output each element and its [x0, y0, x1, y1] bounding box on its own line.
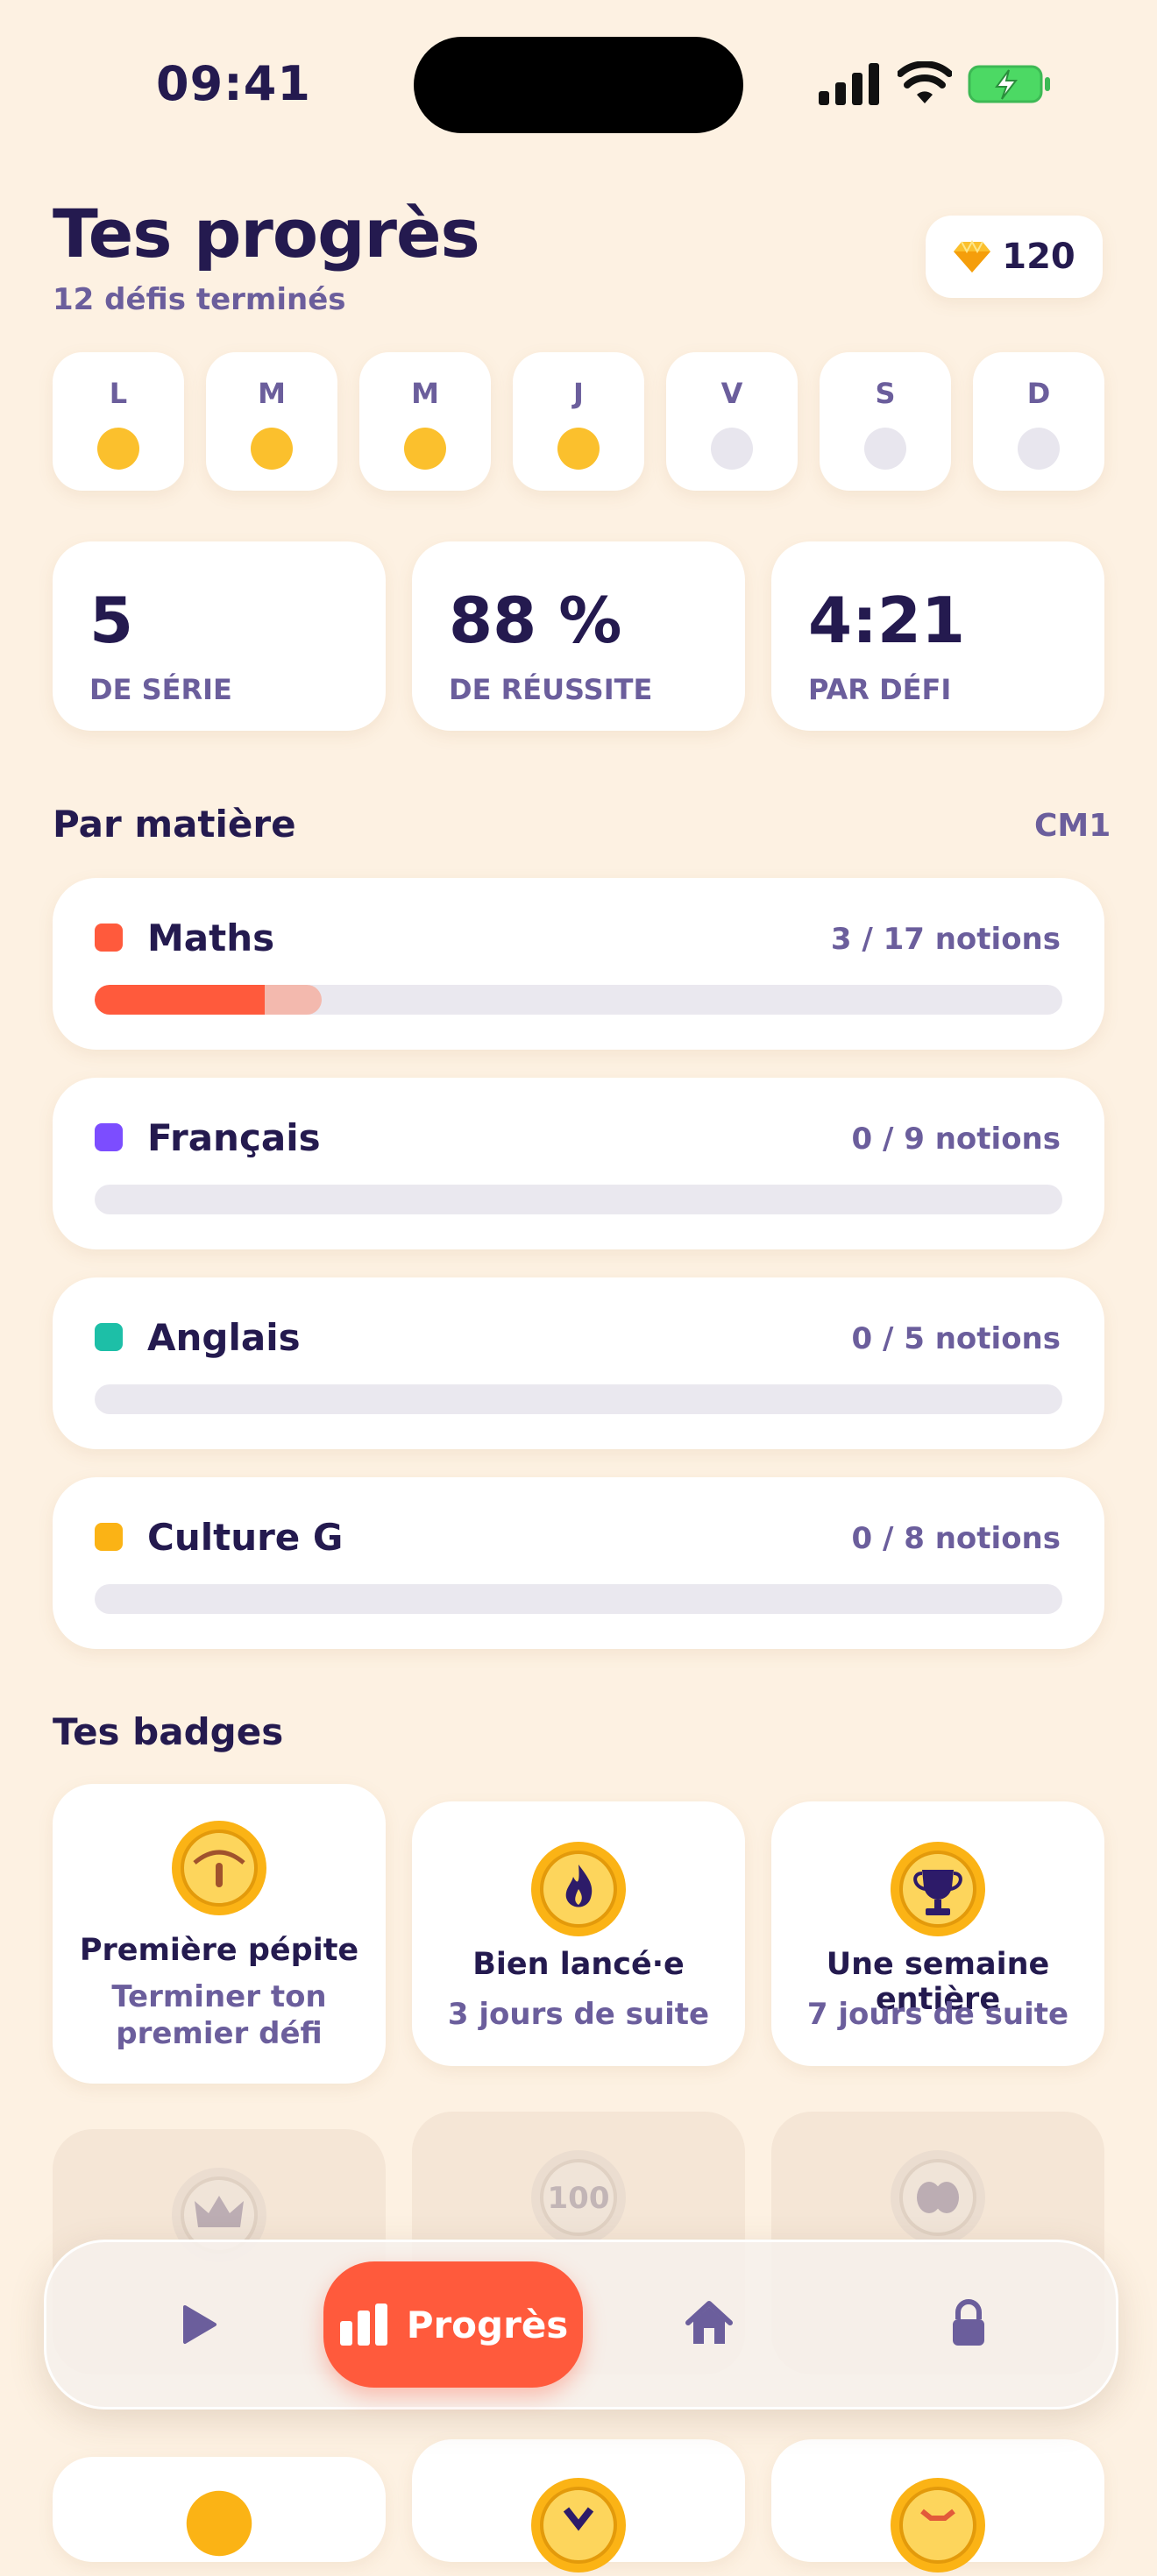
subject-progress-bar [95, 1384, 1062, 1414]
subject-color-swatch [95, 1123, 123, 1151]
status-time: 09:41 [156, 56, 311, 111]
badge-description: Terminer ton premier défi [111, 1979, 327, 2051]
subject-card-maths[interactable]: Maths 3 / 17 notions [53, 878, 1104, 1050]
stat-streak-card: 5 DE SÉRIE [53, 541, 386, 731]
badge-card-peek[interactable] [53, 2457, 386, 2562]
day-saturday: S [820, 352, 951, 491]
badge-card-peek[interactable] [412, 2439, 745, 2572]
day-label: J [573, 377, 584, 410]
subjects-section-title: Par matière [53, 803, 296, 846]
progress-done [95, 985, 266, 1015]
trophy-icon [891, 1842, 985, 1936]
signal-icon [819, 63, 879, 105]
hundred-text: 100 [548, 2181, 610, 2216]
subject-name: Anglais [147, 1316, 301, 1359]
subject-count: 0 / 8 notions [851, 1521, 1061, 1556]
subject-progress-bar [95, 985, 1062, 1015]
gem-counter[interactable]: 120 [926, 216, 1103, 298]
badge-name: Première pépite [79, 1933, 359, 1968]
badge-medal-icon [891, 2478, 985, 2572]
subject-progress-bar [95, 1185, 1062, 1214]
day-tuesday: M [206, 352, 337, 491]
badges-section-title: Tes badges [53, 1710, 284, 1753]
day-empty-dot [1018, 428, 1060, 470]
play-icon[interactable] [171, 2298, 224, 2351]
subject-color-swatch [95, 1523, 123, 1551]
subject-progress-bar [95, 1584, 1062, 1614]
wifi-icon [898, 61, 952, 103]
day-wednesday: M [359, 352, 491, 491]
subject-card-culture-g[interactable]: Culture G 0 / 8 notions [53, 1477, 1104, 1649]
subject-name: Culture G [147, 1516, 344, 1559]
stat-time-card: 4:21 PAR DÉFI [771, 541, 1104, 731]
bottom-tab-bar: Progrès [44, 2240, 1118, 2410]
subject-count: 0 / 9 notions [851, 1122, 1061, 1157]
stat-label: DE RÉUSSITE [449, 673, 653, 706]
hundred-icon: 100 [531, 2150, 626, 2245]
badge-description: 3 jours de suite [447, 1997, 710, 2032]
badge-medal-icon [531, 2478, 626, 2572]
day-label: S [875, 377, 896, 410]
day-monday: L [53, 352, 184, 491]
badge-card-good-start[interactable]: Bien lancé·e 3 jours de suite [412, 1801, 745, 2066]
nugget-icon [172, 1821, 266, 1915]
lock-icon[interactable] [942, 2296, 995, 2349]
home-icon[interactable] [683, 2296, 735, 2349]
day-done-dot [97, 428, 139, 470]
bar-chart-icon [339, 2304, 387, 2346]
badge-card-peek[interactable] [771, 2439, 1104, 2572]
stat-label: DE SÉRIE [89, 673, 232, 706]
subject-card-francais[interactable]: Français 0 / 9 notions [53, 1078, 1104, 1249]
tab-progress-label: Progrès [406, 2303, 569, 2346]
subject-count: 3 / 17 notions [830, 922, 1061, 957]
subject-card-anglais[interactable]: Anglais 0 / 5 notions [53, 1277, 1104, 1449]
subject-color-swatch [95, 1323, 123, 1351]
battery-charging-icon [968, 65, 1050, 103]
page-subtitle: 12 défis terminés [53, 282, 346, 317]
flame-icon [531, 1842, 626, 1936]
day-label: L [109, 377, 128, 410]
gem-count: 120 [1002, 237, 1075, 277]
day-thursday: J [513, 352, 644, 491]
subject-color-swatch [95, 924, 123, 952]
badge-card-full-week[interactable]: Une semaine entière 7 jours de suite [771, 1801, 1104, 2066]
badge-name: Bien lancé·e [472, 1947, 685, 1982]
stat-label: PAR DÉFI [808, 673, 952, 706]
subject-name: Maths [147, 916, 275, 959]
tab-progress[interactable]: Progrès [323, 2261, 583, 2388]
badge-card-first-nugget[interactable]: Première pépite Terminer ton premier déf… [53, 1784, 386, 2084]
stat-value: 5 [89, 584, 134, 657]
day-friday: V [666, 352, 798, 491]
day-done-dot [251, 428, 293, 470]
dynamic-island [414, 37, 743, 133]
day-empty-dot [711, 428, 753, 470]
stat-value: 4:21 [808, 584, 966, 657]
day-label: D [1026, 377, 1051, 410]
subject-count: 0 / 5 notions [851, 1321, 1061, 1356]
day-label: M [411, 377, 439, 410]
badge-description: 7 jours de suite [806, 1997, 1069, 2032]
day-done-dot [404, 428, 446, 470]
stat-value: 88 % [449, 584, 622, 657]
brain-icon [891, 2150, 985, 2245]
subject-name: Français [147, 1116, 321, 1159]
badge-medal-icon [186, 2490, 252, 2557]
day-done-dot [557, 428, 600, 470]
day-label: V [720, 377, 743, 410]
day-label: M [258, 377, 286, 410]
day-empty-dot [864, 428, 906, 470]
stat-success-card: 88 % DE RÉUSSITE [412, 541, 745, 731]
day-sunday: D [973, 352, 1104, 491]
grade-level[interactable]: CM1 [1034, 808, 1111, 844]
gem-icon [954, 240, 991, 272]
page-title: Tes progrès [53, 195, 480, 272]
